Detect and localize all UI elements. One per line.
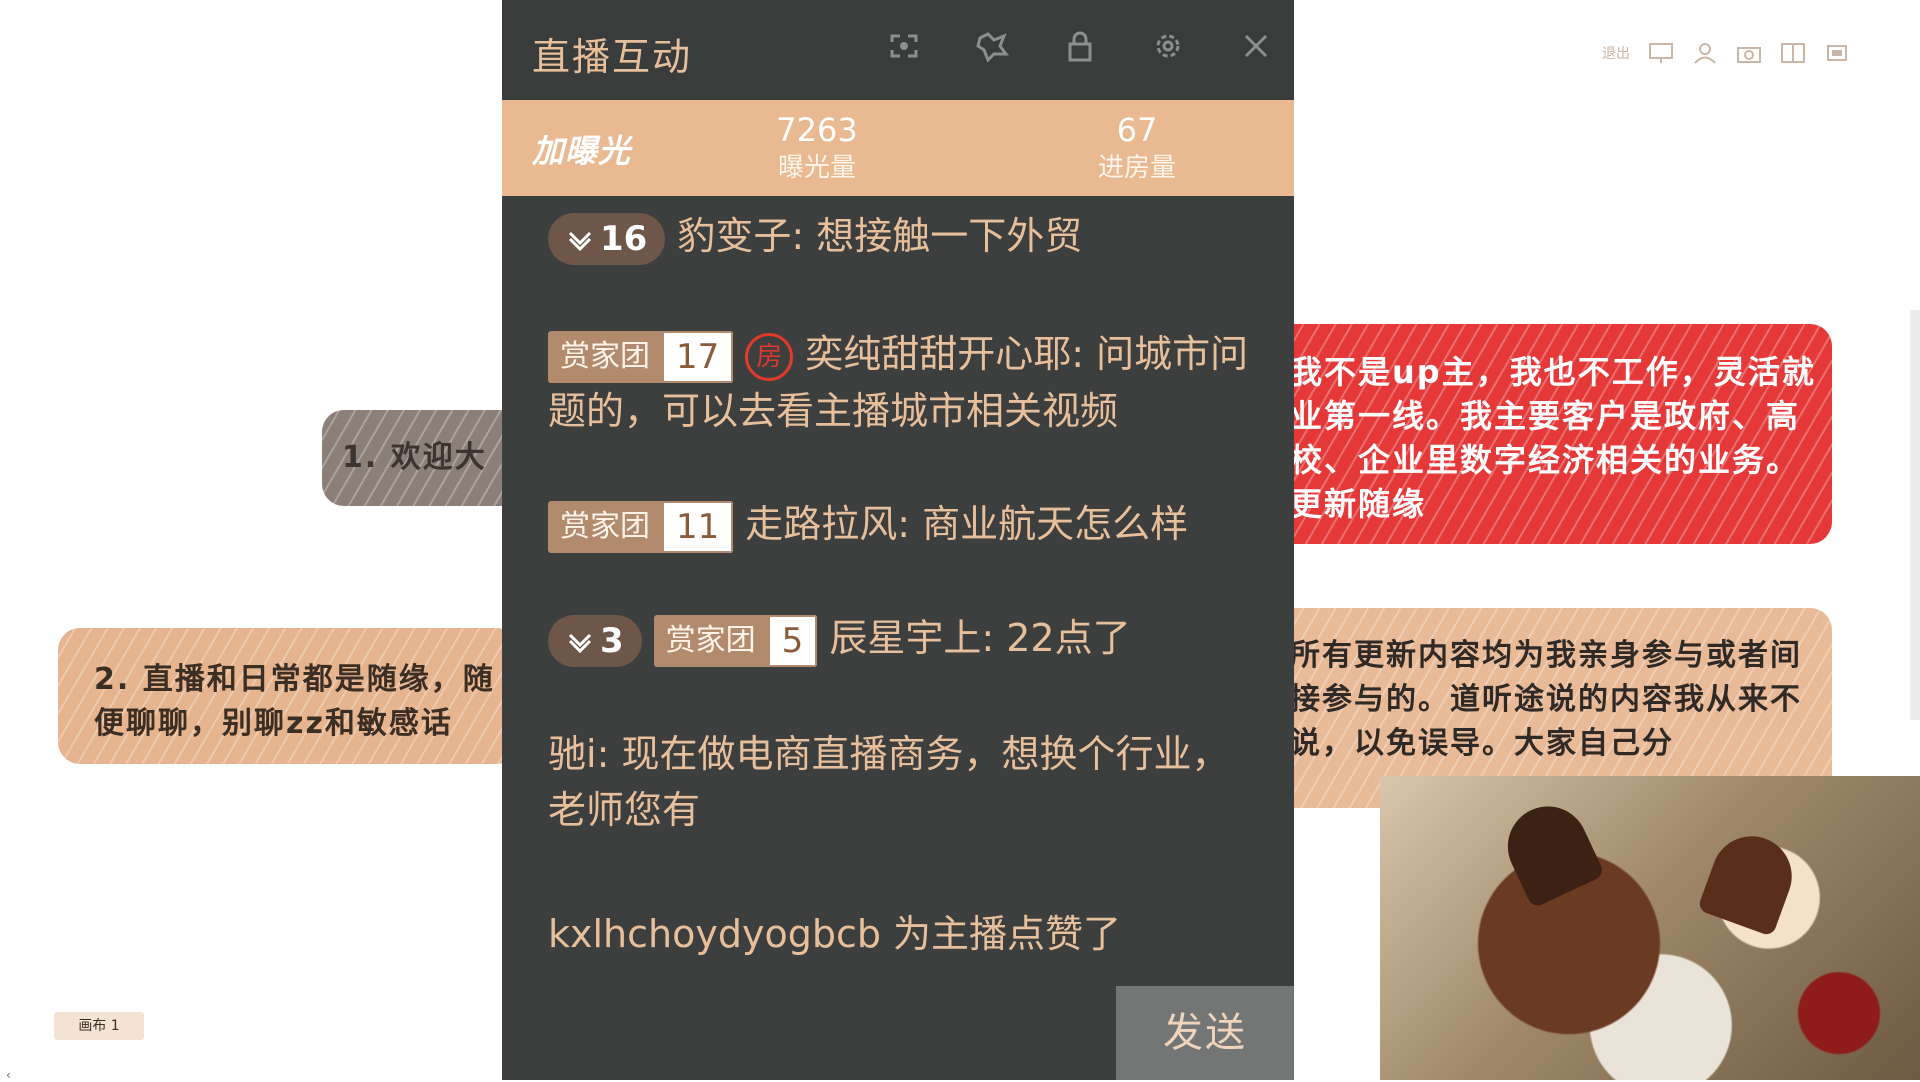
exposure-value: 7263 <box>776 111 858 149</box>
chevron-down-icon <box>568 231 592 251</box>
monitor-icon[interactable] <box>1648 42 1674 64</box>
exposure-stat: 7263 曝光量 <box>752 110 882 186</box>
canvas-scrollbar[interactable] <box>1910 310 1920 720</box>
fan-club-badge: 赏家团 11 <box>548 500 734 553</box>
fan-club-name: 赏家团 <box>548 500 662 553</box>
message-sep: : <box>1071 332 1097 376</box>
ear-shape <box>1697 825 1803 937</box>
settings-icon[interactable] <box>1150 28 1186 64</box>
message-text: 商业航天怎么样 <box>922 502 1189 546</box>
message-user[interactable]: 走路拉风 <box>745 502 897 546</box>
message-user[interactable]: 奕纯甜甜开心耶 <box>805 332 1071 376</box>
fan-club-level: 5 <box>767 614 818 667</box>
close-icon[interactable] <box>1238 28 1274 64</box>
system-message: kxlhchoydyogbcb 为主播点赞了 <box>548 906 1254 962</box>
screen-share-icon[interactable] <box>886 28 922 64</box>
layout-icon[interactable] <box>1780 42 1806 64</box>
list-item[interactable]: 赏家团 17 房奕纯甜甜开心耶: 问城市问题的，可以去看主播城市相关视频 <box>548 326 1254 439</box>
send-button[interactable]: 发送 <box>1116 986 1294 1080</box>
header-icons <box>886 28 1274 64</box>
chevron-down-icon <box>568 633 592 653</box>
exit-text[interactable]: 退出 <box>1602 43 1630 63</box>
top-toolbar: 退出 <box>1602 42 1850 64</box>
exposure-label: 曝光量 <box>777 153 856 183</box>
note-rules: 2. 直播和日常都是随缘，随便聊聊，别聊zz和敏感话 <box>58 628 518 764</box>
message-sep: : <box>791 214 817 258</box>
exposure-bar: 加曝光 7263 曝光量 67 进房量 <box>502 100 1294 196</box>
fan-club-level: 17 <box>662 330 734 383</box>
message-text: 22点了 <box>1006 616 1131 660</box>
list-item[interactable]: 16 豹变子: 想接触一下外贸 <box>548 208 1254 265</box>
entries-value: 67 <box>1116 111 1158 149</box>
fan-club-badge: 赏家团 17 <box>548 330 734 383</box>
user-level-badge: 3 <box>548 614 642 667</box>
fan-club-badge: 赏家团 5 <box>653 614 818 667</box>
like-notice: kxlhchoydyogbcb 为主播点赞了 <box>548 912 1122 956</box>
boost-exposure-button[interactable]: 加曝光 <box>532 126 631 172</box>
user-level: 16 <box>600 218 648 259</box>
message-sep: : <box>981 616 1007 660</box>
note-about: 我不是up主，我也不工作，灵活就业第一线。我主要客户是政府、高校、企业里数字经济… <box>1270 324 1832 544</box>
entries-label: 进房量 <box>1097 153 1176 183</box>
ear-shape <box>1494 793 1606 909</box>
user-icon[interactable] <box>1692 42 1718 64</box>
canvas-tab[interactable]: 画布 1 <box>54 1012 144 1040</box>
message-text: 想接触一下外贸 <box>816 214 1083 258</box>
message-sep: : <box>897 502 923 546</box>
message-user[interactable]: 辰星宇上 <box>829 616 981 660</box>
message-user[interactable]: 驰i <box>548 732 597 776</box>
room-manager-badge: 房 <box>745 332 794 381</box>
user-level-badge: 16 <box>548 212 666 265</box>
fan-club-name: 赏家团 <box>548 330 662 383</box>
effects-icon[interactable] <box>974 28 1010 64</box>
note-welcome: 1. 欢迎大 <box>322 410 522 506</box>
window-icon[interactable] <box>1824 42 1850 64</box>
message-user[interactable]: 豹变子 <box>677 214 791 258</box>
panel-header: 直播互动 <box>502 0 1294 100</box>
entries-stat: 67 进房量 <box>1072 110 1202 186</box>
panel-title: 直播互动 <box>532 35 693 79</box>
camera-icon[interactable] <box>1736 42 1762 64</box>
list-item[interactable]: 赏家团 11 走路拉风: 商业航天怎么样 <box>548 496 1254 553</box>
message-list[interactable]: 16 豹变子: 想接触一下外贸 赏家团 17 房奕纯甜甜开心耶: 问城市问题的，… <box>502 196 1294 1058</box>
lock-icon[interactable] <box>1062 28 1098 64</box>
fan-club-level: 11 <box>662 500 734 553</box>
fan-club-name: 赏家团 <box>653 614 768 667</box>
message-sep: : <box>596 732 622 776</box>
live-interaction-panel: 直播互动 加曝光 7263 曝光量 67 进房量 16 豹变子: 想接触一下外贸… <box>502 0 1294 1080</box>
list-item[interactable]: 3 赏家团 5 辰星宇上: 22点了 <box>548 610 1254 667</box>
red-panda-image <box>1380 776 1920 1080</box>
user-level: 3 <box>600 620 624 661</box>
message-text: 现在做电商直播商务，想换个行业，老师您有 <box>548 732 1230 832</box>
list-item[interactable]: 驰i: 现在做电商直播商务，想换个行业，老师您有 <box>548 726 1254 838</box>
